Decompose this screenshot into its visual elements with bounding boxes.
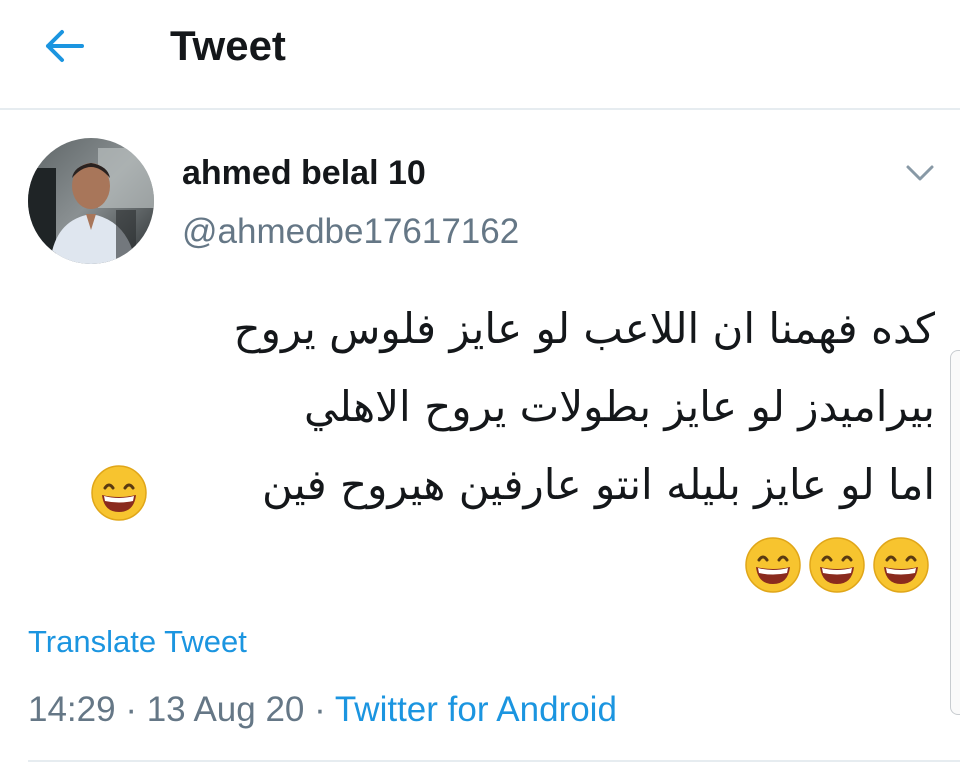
tweet-date: 13 Aug 20 — [146, 690, 305, 729]
chevron-down-icon — [906, 165, 934, 181]
grinning-face-emoji — [91, 465, 147, 521]
grinning-face-emoji — [873, 537, 929, 593]
tweet-text-line: كده فهمنا ان اللاعب لو عايز فلوس يروح — [233, 304, 935, 353]
grinning-face-emoji — [809, 537, 865, 593]
tweet-text-line: بيراميدز لو عايز بطولات يروح الاهلي — [304, 382, 935, 431]
meta-separator: · — [125, 690, 137, 729]
back-button[interactable] — [40, 26, 88, 66]
tweet-text-line: اما لو عايز بليله انتو عارفين هيروح فين — [261, 460, 935, 509]
divider — [28, 760, 960, 762]
avatar[interactable] — [28, 138, 154, 264]
page-title: Tweet — [170, 22, 286, 69]
tweet-text: كده فهمنا ان اللاعب لو عايز فلوس يروح بي… — [80, 290, 935, 524]
top-app-bar: Tweet — [0, 0, 960, 110]
tweet-meta: 14:29 · 13 Aug 20 · Twitter for Android — [28, 690, 617, 730]
emoji-row — [744, 536, 934, 594]
more-options-button[interactable] — [902, 158, 938, 188]
author-handle[interactable]: @ahmedbe17617162 — [182, 212, 519, 252]
scrollbar[interactable] — [950, 350, 960, 715]
author-display-name[interactable]: ahmed belal 10 — [182, 154, 426, 193]
grinning-face-emoji — [745, 537, 801, 593]
meta-separator: · — [314, 690, 326, 729]
tweet-time: 14:29 — [28, 690, 116, 729]
tweet-source-link[interactable]: Twitter for Android — [335, 690, 617, 729]
arrow-left-icon — [46, 30, 84, 62]
translate-tweet-link[interactable]: Translate Tweet — [28, 624, 247, 660]
